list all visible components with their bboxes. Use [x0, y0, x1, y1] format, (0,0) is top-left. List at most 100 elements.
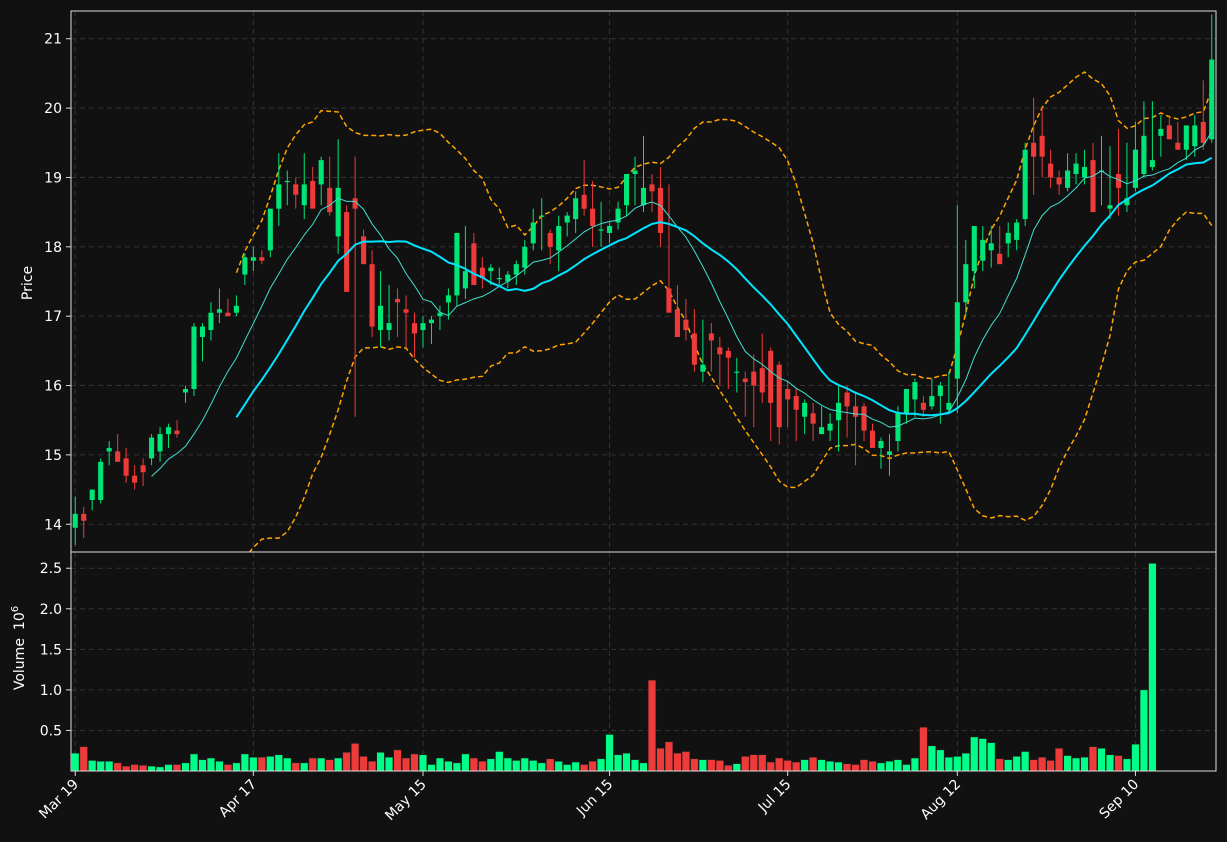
volume-bar — [741, 756, 750, 772]
volume-bar — [1105, 754, 1115, 772]
volume-bar — [647, 679, 657, 772]
candle-body — [861, 406, 867, 431]
volume-bar — [376, 752, 385, 772]
volume-bar — [834, 761, 843, 772]
candle-body — [623, 173, 630, 206]
volume-bar — [1004, 759, 1013, 772]
volume-bar — [588, 761, 597, 772]
candle-body — [793, 395, 799, 410]
candle-body — [140, 465, 146, 473]
volume-bar — [859, 759, 869, 772]
volume-bar — [613, 754, 623, 772]
candle-body — [182, 389, 189, 393]
candle-body — [759, 368, 765, 393]
volume-bar — [826, 761, 835, 772]
candle-body — [293, 184, 299, 195]
volume-bar — [495, 751, 504, 772]
volume-bar — [529, 760, 538, 772]
volume-bar — [970, 736, 979, 772]
candle-body — [1065, 170, 1071, 188]
candle-body — [89, 489, 95, 500]
volume-bar — [79, 746, 88, 772]
volume-bar — [1148, 563, 1157, 772]
price-tick-label: 18 — [44, 240, 62, 256]
volume-bar — [401, 757, 411, 772]
candle-body — [657, 187, 664, 233]
candle-body — [581, 194, 587, 209]
candle-body — [725, 350, 731, 358]
volume-bar — [368, 761, 377, 772]
volume-bar — [605, 734, 614, 772]
candle-body — [1107, 205, 1113, 209]
candle-body — [394, 298, 401, 303]
candle-body — [700, 364, 706, 372]
candle-body — [785, 389, 791, 400]
candle-body — [869, 430, 876, 448]
volume-bar — [698, 759, 707, 772]
volume-bar — [308, 757, 317, 772]
candle-body — [216, 309, 222, 313]
price-plot-area — [71, 11, 1216, 552]
candle-body — [98, 461, 104, 500]
candle-body — [997, 253, 1003, 265]
candle-body — [903, 389, 909, 414]
candle-body — [1132, 149, 1138, 188]
candle-body — [208, 312, 214, 331]
price-tick-label: 16 — [44, 379, 62, 395]
candle-body — [233, 305, 239, 313]
volume-bar — [995, 758, 1004, 772]
volume-bar — [1021, 751, 1030, 772]
candle-body — [403, 309, 409, 313]
candle-body — [564, 215, 570, 223]
candle-body — [802, 402, 808, 417]
volume-bar — [792, 761, 801, 772]
volume-bar — [724, 765, 733, 772]
volume-bar — [554, 761, 563, 772]
candle-body — [445, 295, 451, 303]
volume-axis-label: Volume 106 — [10, 606, 28, 690]
volume-bar — [537, 762, 546, 772]
candle-body — [1149, 160, 1155, 168]
volume-bar — [817, 759, 826, 772]
candle-body — [276, 184, 282, 209]
volume-bar — [715, 760, 724, 772]
candle-body — [318, 160, 324, 185]
candle-body — [988, 243, 994, 251]
volume-bar — [902, 764, 911, 772]
volume-plot-area — [71, 552, 1216, 771]
volume-bar — [189, 753, 199, 772]
volume-bar — [944, 756, 953, 772]
candle-body — [530, 222, 536, 244]
volume-bar — [1029, 759, 1038, 772]
price-tick-label: 15 — [44, 448, 62, 464]
volume-bar — [249, 756, 258, 772]
volume-bar — [240, 753, 249, 772]
candle-body — [471, 243, 477, 285]
candle-body — [895, 413, 901, 442]
candle-body — [462, 271, 468, 289]
candle-body — [420, 323, 426, 331]
volume-bar — [758, 754, 767, 772]
candle-body — [844, 392, 850, 407]
candle-body — [1048, 163, 1054, 178]
candle-body — [539, 215, 545, 217]
candle-body — [259, 257, 265, 261]
candle-body — [1014, 222, 1020, 240]
candle-body — [920, 402, 926, 410]
candle-body — [361, 236, 367, 265]
volume-bar — [927, 745, 936, 772]
candle-body — [776, 364, 782, 428]
volume-bar — [283, 757, 292, 772]
volume-tick-label: 1.0 — [40, 683, 62, 699]
volume-bar — [384, 756, 394, 772]
volume-bar — [266, 756, 275, 772]
price-axis-label: Price — [20, 266, 36, 300]
volume-bar — [1114, 755, 1123, 772]
volume-bar — [639, 762, 648, 772]
volume-bar — [520, 757, 529, 772]
volume-bar — [664, 741, 674, 772]
candle-body — [496, 278, 502, 280]
volume-bar — [1080, 756, 1089, 772]
volume-bar — [681, 751, 690, 772]
candle-body — [751, 371, 757, 386]
